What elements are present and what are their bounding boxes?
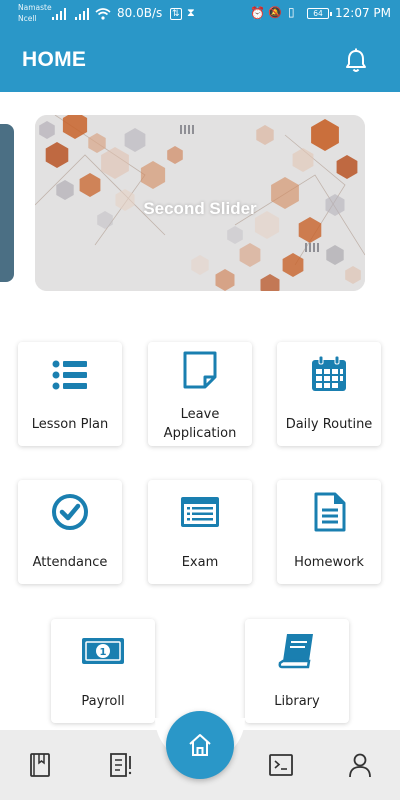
- leave-application-label-line-2: Application: [163, 426, 237, 441]
- slide-caption: Second Slider: [143, 199, 257, 218]
- clock: 12:07 PM: [335, 6, 391, 20]
- image-slider[interactable]: Second Slider: [35, 115, 365, 291]
- payroll-card[interactable]: 1 Payroll: [51, 619, 155, 723]
- wifi-icon: [95, 8, 111, 20]
- library-label: Library: [274, 694, 320, 709]
- signal-icon-2: [75, 8, 89, 20]
- daily-routine-card[interactable]: Daily Routine: [277, 342, 381, 446]
- note-icon: [183, 351, 217, 389]
- calendar-icon: [312, 355, 346, 391]
- hourglass-icon: ⧗: [187, 6, 195, 19]
- leave-application-card[interactable]: Leave Application: [148, 342, 252, 446]
- book-icon[interactable]: [27, 752, 53, 778]
- network-speed: 80.0B/s: [117, 6, 163, 20]
- exam-window-icon: [181, 497, 219, 527]
- app-bar: HOME: [0, 30, 400, 92]
- money-icon: 1: [82, 638, 124, 664]
- bell-icon[interactable]: [342, 47, 370, 75]
- page-title: HOME: [22, 48, 87, 71]
- exam-label: Exam: [181, 555, 219, 570]
- previous-slide-peek[interactable]: [0, 124, 14, 282]
- data-saver-icon: ⇅: [170, 8, 182, 20]
- homework-card[interactable]: Homework: [277, 480, 381, 584]
- alarm-icon: ⏰: [250, 6, 265, 20]
- battery-icon: 64: [307, 8, 332, 19]
- exam-card[interactable]: Exam: [148, 480, 252, 584]
- carrier-name: Namaste Ncell: [18, 2, 52, 24]
- vibrate-icon: ▯: [288, 5, 295, 19]
- home-button[interactable]: [166, 711, 234, 779]
- home-icon: [189, 734, 211, 756]
- list-icon: [52, 360, 87, 390]
- lesson-plan-card[interactable]: Lesson Plan: [18, 342, 122, 446]
- terminal-icon[interactable]: [268, 752, 294, 778]
- signal-icon: [52, 8, 66, 20]
- check-circle-icon: [52, 494, 88, 530]
- homework-label: Homework: [294, 555, 364, 570]
- lesson-plan-label: Lesson Plan: [31, 417, 109, 432]
- leave-application-label-line-1: Leave: [180, 407, 220, 422]
- attendance-card[interactable]: Attendance: [18, 480, 122, 584]
- book-icon: [278, 634, 313, 669]
- mute-icon: 🔕: [268, 6, 282, 19]
- leave-application-label: Leave Application: [148, 405, 252, 443]
- payroll-label: Payroll: [81, 694, 125, 709]
- document-icon: [314, 492, 346, 532]
- carrier-line-1: Namaste: [18, 3, 52, 12]
- status-bar: Namaste Ncell 80.0B/s ⇅ ⧗ ⏰ 🔕 ▯ 64 12:07…: [0, 0, 400, 30]
- svg-text:1: 1: [100, 647, 107, 658]
- report-icon[interactable]: [107, 752, 133, 778]
- library-card[interactable]: Library: [245, 619, 349, 723]
- daily-routine-label: Daily Routine: [285, 417, 373, 432]
- carrier-line-2: Ncell: [18, 14, 37, 23]
- attendance-label: Attendance: [32, 555, 108, 570]
- user-icon[interactable]: [347, 752, 373, 778]
